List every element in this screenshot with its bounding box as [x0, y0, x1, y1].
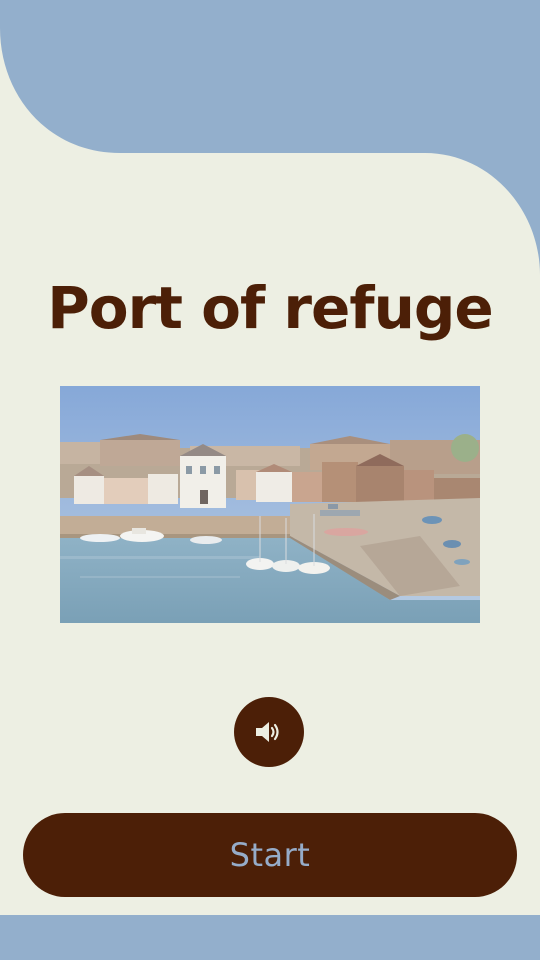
harbour-photo — [60, 386, 480, 623]
start-button[interactable]: Start — [23, 813, 517, 897]
speaker-volume-icon — [256, 722, 279, 742]
quiz-screen: Port of refuge Start — [0, 0, 540, 960]
page-title: Port of refuge — [47, 274, 493, 342]
sound-button[interactable] — [234, 697, 304, 767]
